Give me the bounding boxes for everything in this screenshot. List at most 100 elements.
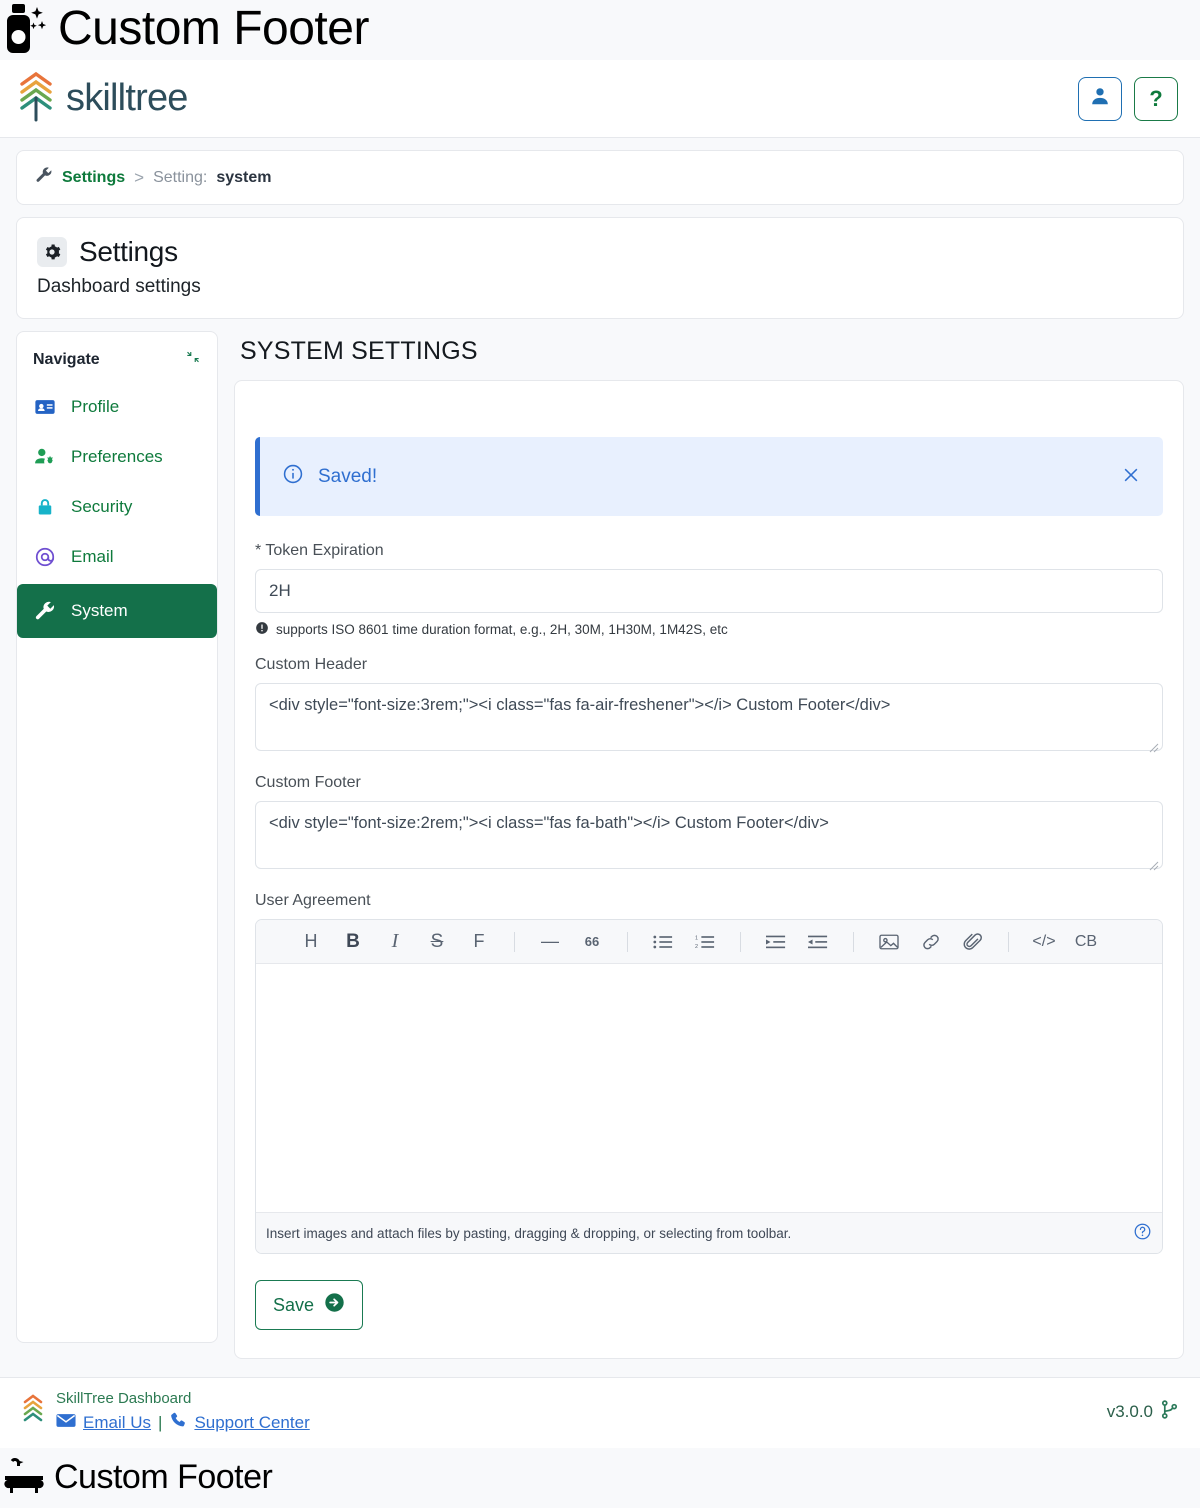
brand[interactable]: skilltree (18, 70, 188, 127)
image-icon[interactable] (868, 928, 910, 956)
user-agreement-editor: H B I S F — 66 1 2 </> CB Insert images … (255, 919, 1163, 1254)
page-title: Settings (79, 236, 178, 267)
indent-icon[interactable] (755, 928, 797, 956)
save-button-label: Save (273, 1294, 315, 1315)
header-icon[interactable]: H (290, 928, 332, 956)
custom-footer-wrap (255, 801, 1163, 874)
numbered-list-icon[interactable]: 1 2 (684, 928, 726, 956)
sidebar-item-label: Preferences (71, 447, 163, 466)
breadcrumb-settings-link[interactable]: Settings (62, 169, 125, 187)
top-navbar: skilltree ? (0, 60, 1200, 138)
custom-footer-label: Custom Footer (255, 774, 361, 791)
section-title: SYSTEM SETTINGS (240, 337, 478, 365)
toolbar-divider (1008, 931, 1009, 952)
sidebar-item-email[interactable]: Email (17, 534, 217, 580)
main-body: Navigate Profile Preferences Security Em… (0, 319, 1200, 1359)
question-circle-icon[interactable] (1133, 1222, 1152, 1244)
save-button[interactable]: Save (255, 1280, 364, 1330)
brand-name: skilltree (66, 77, 188, 119)
user-gear-icon (33, 446, 57, 468)
at-icon (33, 546, 57, 568)
toolbar-divider (627, 931, 628, 952)
custom-footer-textarea[interactable] (255, 801, 1163, 869)
gear-icon (37, 237, 67, 267)
sidebar-item-profile[interactable]: Profile (17, 384, 217, 430)
sidebar-item-label: System (71, 601, 128, 620)
content-column: SYSTEM SETTINGS Saved! * Token Expiratio… (234, 331, 1184, 1359)
sidebar-item-security[interactable]: Security (17, 484, 217, 530)
svg-text:2: 2 (695, 943, 698, 949)
strikethrough-icon[interactable]: S (416, 928, 458, 956)
navigate-panel: Navigate Profile Preferences Security Em… (16, 331, 218, 1343)
footer-left: SkillTree Dashboard Email Us | Support C… (22, 1390, 310, 1434)
footer-dashboard-label: SkillTree Dashboard (56, 1390, 192, 1407)
footer-text-block: SkillTree Dashboard Email Us | Support C… (56, 1390, 310, 1434)
editor-content-area[interactable] (256, 964, 1162, 1212)
lock-icon (33, 496, 57, 518)
support-center-link[interactable]: Support Center (194, 1413, 309, 1433)
user-menu-button[interactable] (1078, 76, 1122, 121)
sidebar-item-label: Profile (71, 397, 120, 416)
inline-code-icon[interactable]: </> (1023, 928, 1065, 956)
email-us-link[interactable]: Email Us (83, 1413, 151, 1433)
sidebar-item-preferences[interactable]: Preferences (17, 434, 217, 480)
info-circle-icon (282, 463, 304, 490)
custom-header-textarea[interactable] (255, 683, 1163, 751)
custom-header-wrap (255, 683, 1163, 756)
outdent-icon[interactable] (797, 928, 839, 956)
navigate-header: Navigate (17, 332, 217, 380)
breadcrumb-separator-icon: > (134, 167, 145, 187)
attachment-icon[interactable] (952, 928, 994, 956)
svg-text:1: 1 (695, 935, 698, 941)
navbar-actions: ? (1078, 76, 1178, 121)
page-footer: SkillTree Dashboard Email Us | Support C… (0, 1377, 1200, 1448)
bath-icon (4, 1457, 44, 1497)
close-icon[interactable] (1121, 465, 1141, 489)
user-icon (1089, 85, 1111, 112)
breadcrumb-current-value: system (216, 168, 272, 186)
footer-divider: | (158, 1412, 163, 1432)
token-expiration-input[interactable] (255, 569, 1163, 613)
navigate-title: Navigate (33, 350, 100, 368)
editor-footer: Insert images and attach files by pastin… (256, 1212, 1162, 1253)
saved-alert: Saved! (255, 437, 1163, 516)
code-block-icon[interactable]: CB (1065, 928, 1107, 956)
skilltree-logo-icon (18, 70, 54, 127)
custom-header-band: Custom Footer (0, 0, 1200, 60)
breadcrumb-card: Settings > Setting: system (16, 150, 1184, 205)
font-icon[interactable]: F (458, 928, 500, 956)
sidebar-item-label: Email (71, 547, 114, 566)
italic-icon[interactable]: I (374, 928, 416, 956)
user-agreement-label: User Agreement (255, 892, 371, 909)
code-branch-icon (1161, 1400, 1178, 1424)
page-subtitle: Dashboard settings (37, 276, 201, 297)
footer-links: Email Us | Support Center (56, 1411, 310, 1434)
sidebar-item-system[interactable]: System (17, 584, 217, 638)
link-icon[interactable] (910, 928, 952, 956)
blockquote-icon[interactable]: 66 (571, 928, 613, 956)
bullet-list-icon[interactable] (642, 928, 684, 956)
id-card-icon (33, 396, 57, 418)
compress-arrows-icon[interactable] (185, 349, 201, 370)
custom-footer-text: Custom Footer (54, 1458, 273, 1496)
air-freshener-icon (4, 3, 48, 55)
footer-version: v3.0.0 (1107, 1400, 1178, 1424)
bold-icon[interactable]: B (332, 928, 374, 956)
token-expiration-help: supports ISO 8601 time duration format, … (255, 621, 1163, 638)
alert-content: Saved! (282, 463, 377, 490)
editor-footer-hint: Insert images and attach files by pastin… (266, 1225, 792, 1241)
toolbar-divider (514, 931, 515, 952)
custom-header-text: Custom Footer (58, 2, 369, 55)
arrow-circle-right-icon (324, 1292, 345, 1318)
skilltree-mark-icon (22, 1393, 44, 1432)
system-settings-card: Saved! * Token Expiration 2H supports IS… (234, 380, 1184, 1359)
page-header-card: Settings Dashboard settings (16, 217, 1184, 319)
horizontal-rule-icon[interactable]: — (529, 928, 571, 956)
help-button[interactable]: ? (1134, 76, 1178, 121)
editor-toolbar: H B I S F — 66 1 2 </> CB (256, 920, 1162, 964)
envelope-icon (56, 1413, 76, 1433)
breadcrumb: Settings > Setting: system (17, 151, 1183, 204)
token-expiration-help-text: supports ISO 8601 time duration format, … (276, 622, 728, 637)
info-icon (255, 621, 269, 638)
sidebar-item-label: Security (71, 497, 133, 516)
